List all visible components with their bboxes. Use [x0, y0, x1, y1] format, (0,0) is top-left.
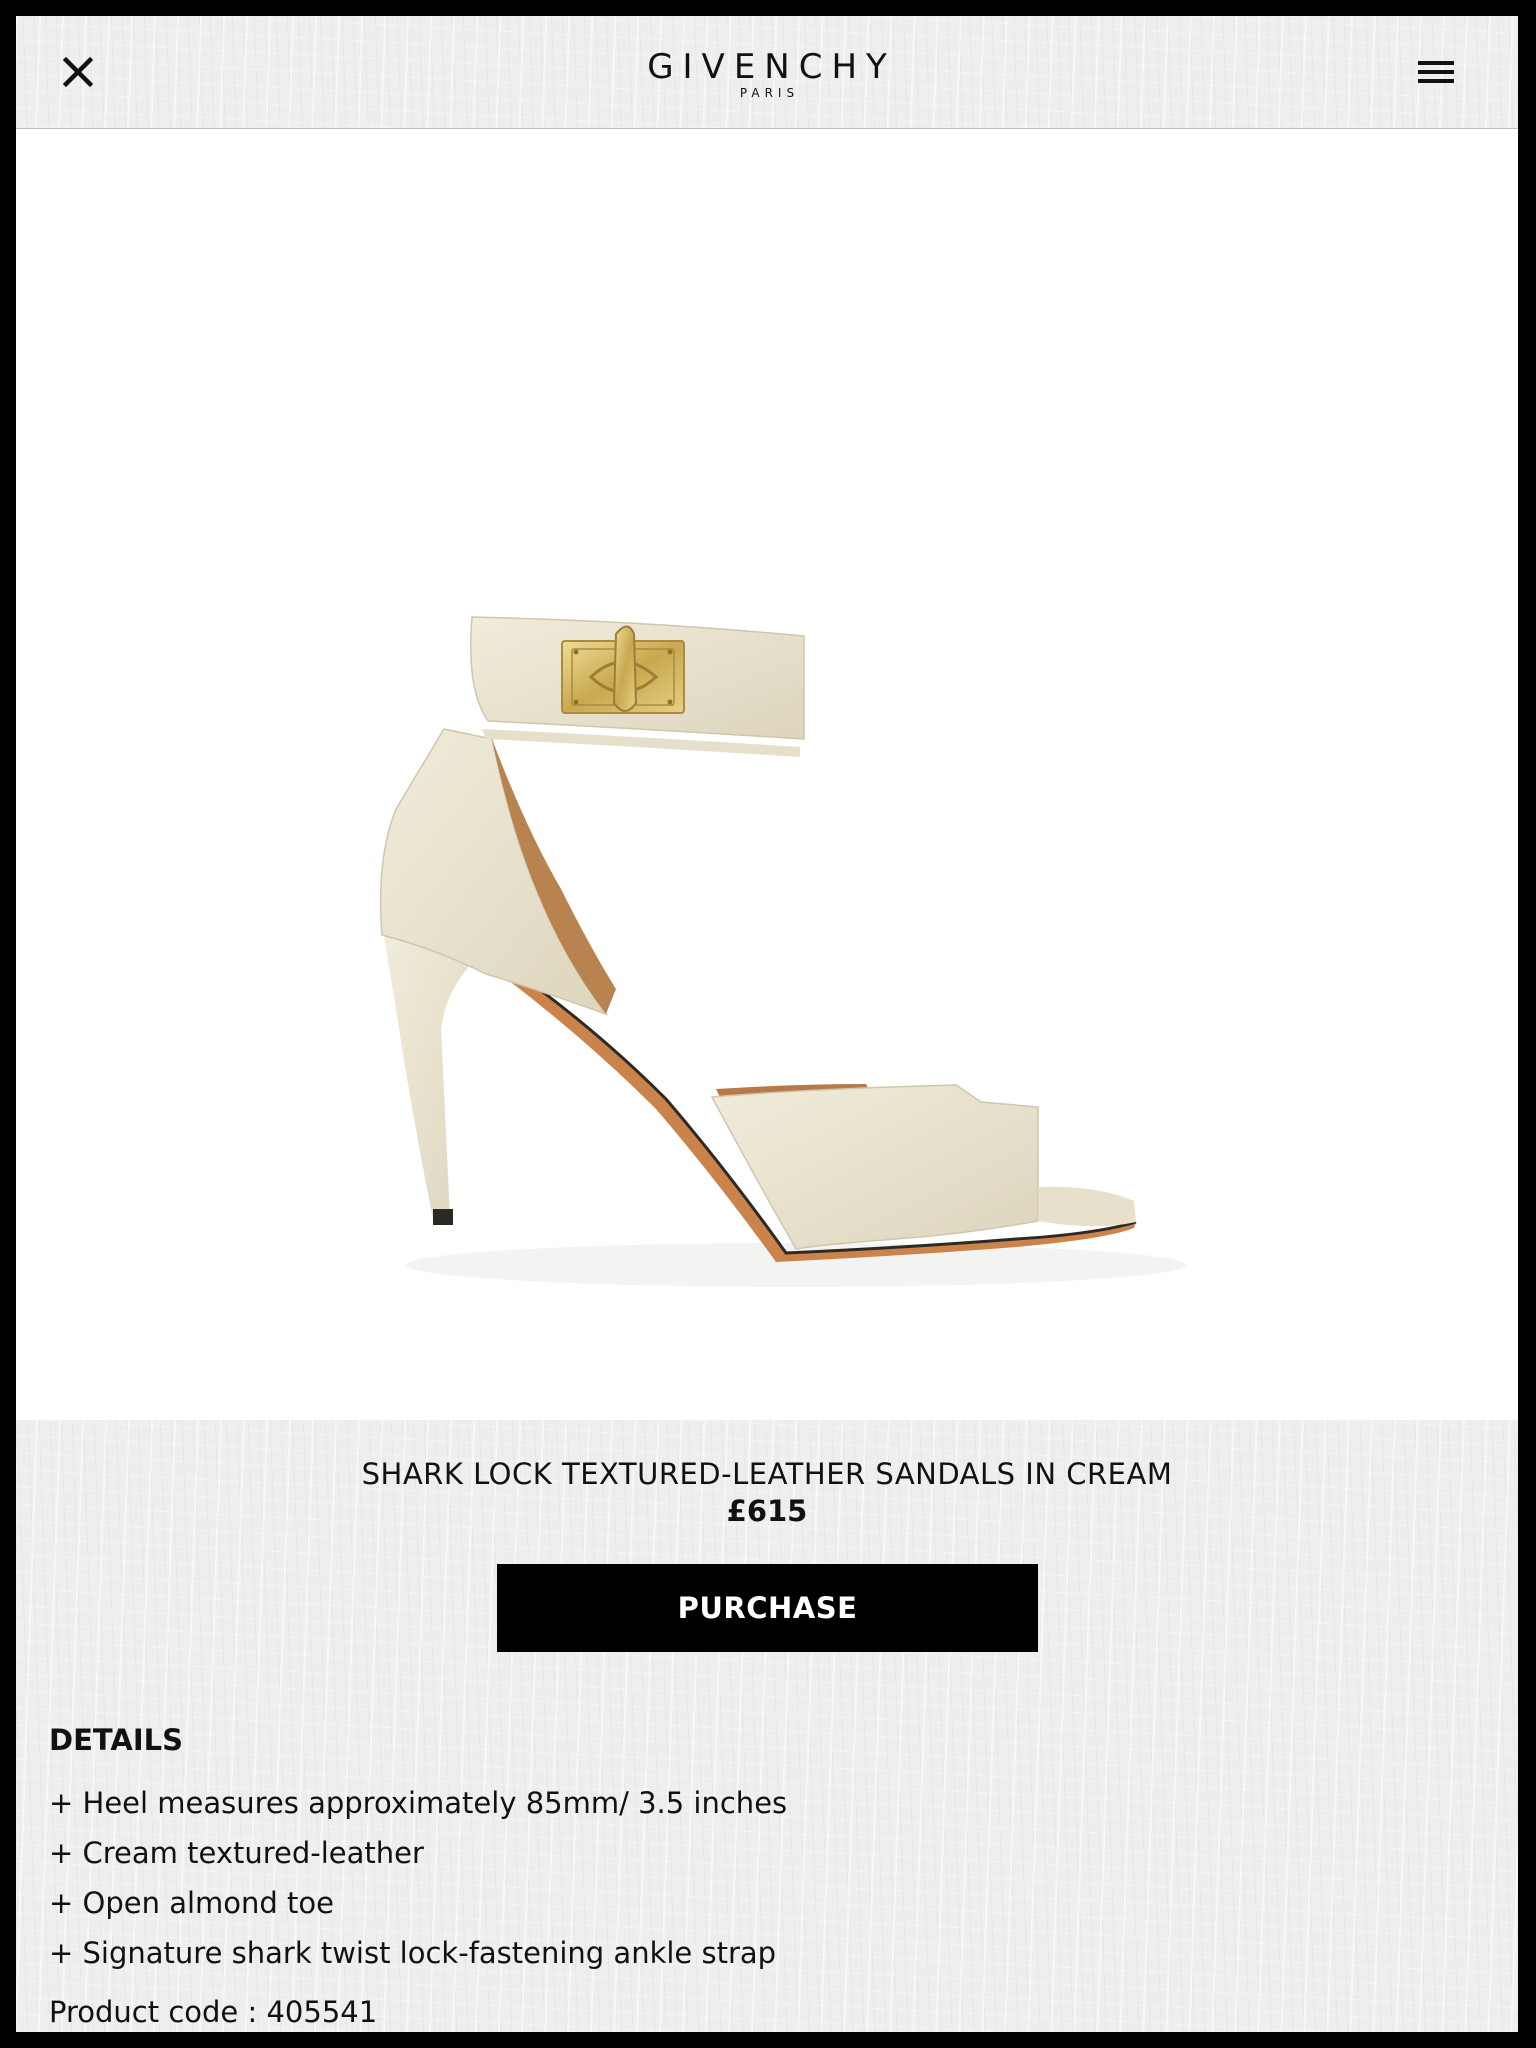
product-code: Product code : 405541 — [49, 1995, 378, 2029]
product-price: £615 — [726, 1494, 808, 1528]
product-image — [16, 129, 1518, 1420]
brand-logo[interactable]: GIVENCHY PARIS — [567, 48, 967, 108]
logo-wordmark: GIVENCHY — [647, 47, 896, 87]
site-header: GIVENCHY PARIS — [16, 16, 1518, 129]
page-frame: GIVENCHY PARIS SHARK LOCK TEXTURED-LEATH… — [16, 16, 1518, 2032]
details-list: + Heel measures approximately 85mm/ 3.5 … — [49, 1778, 787, 1978]
details-item: + Cream textured-leather — [49, 1836, 424, 1870]
sandal-illustration — [379, 616, 1186, 1287]
product-title: SHARK LOCK TEXTURED-LEATHER SANDALS IN C… — [361, 1457, 1173, 1491]
purchase-button[interactable]: PURCHASE — [497, 1564, 1038, 1652]
details-item: + Open almond toe — [49, 1886, 334, 1920]
close-icon — [62, 56, 94, 88]
logo-subtitle: PARIS — [739, 86, 800, 100]
menu-button[interactable] — [1414, 50, 1458, 94]
details-heading: DETAILS — [49, 1723, 184, 1757]
details-item: + Signature shark twist lock-fastening a… — [49, 1936, 777, 1970]
hamburger-menu-icon — [1418, 61, 1454, 83]
close-button[interactable] — [56, 50, 100, 94]
details-item: + Heel measures approximately 85mm/ 3.5 … — [49, 1786, 788, 1820]
